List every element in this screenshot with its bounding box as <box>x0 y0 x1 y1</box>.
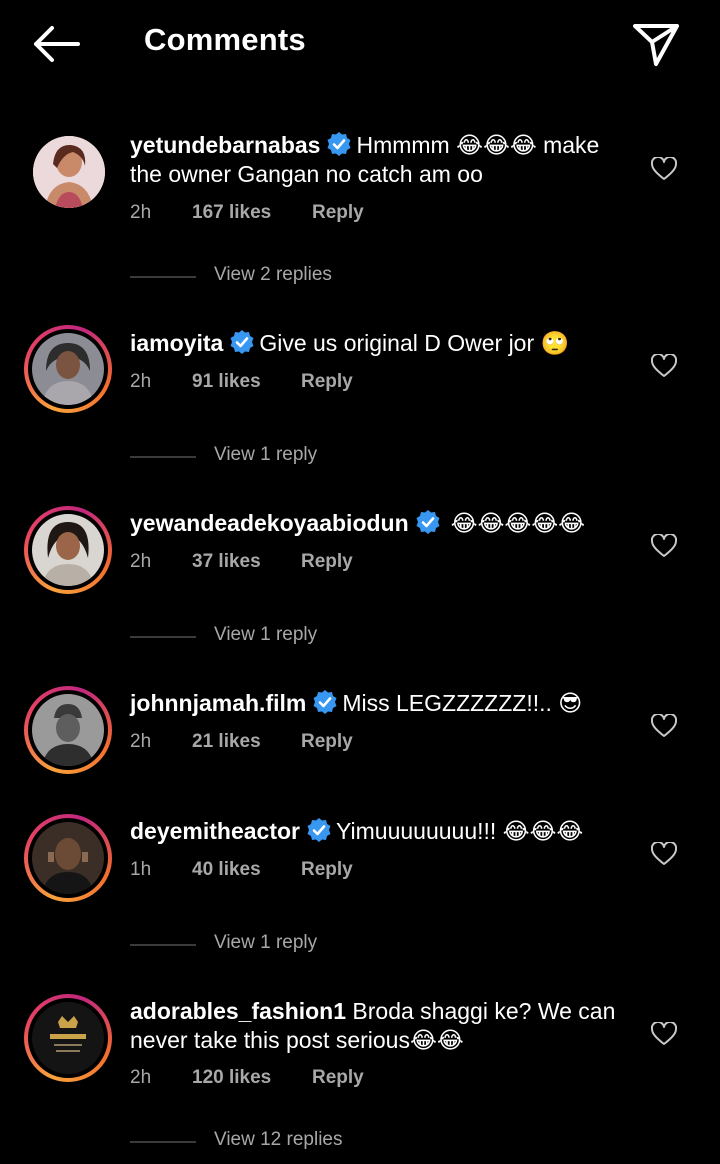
heart-icon[interactable] <box>651 714 677 738</box>
avatar[interactable] <box>33 136 105 208</box>
divider-line <box>130 1141 196 1143</box>
avatar[interactable] <box>32 694 104 766</box>
view-replies-button[interactable]: View 1 reply <box>130 444 530 468</box>
verified-badge-icon <box>307 818 331 842</box>
comment-username[interactable]: johnnjamah.film <box>130 690 306 716</box>
header-bar: Comments <box>0 0 720 86</box>
paper-plane-icon[interactable] <box>630 20 682 70</box>
avatar[interactable] <box>32 1002 104 1074</box>
comment-username[interactable]: adorables_fashion1 <box>130 998 346 1024</box>
view-replies-button[interactable]: View 2 replies <box>130 264 530 288</box>
comment-text: Yimuuuuuuuu!!! 😂😂😂 <box>336 818 584 844</box>
comment-likes[interactable]: 37 likes <box>192 551 261 573</box>
reply-button[interactable]: Reply <box>301 371 353 393</box>
avatar-story-ring[interactable] <box>24 506 112 594</box>
heart-icon[interactable] <box>651 842 677 866</box>
comment-username[interactable]: iamoyita <box>130 330 223 356</box>
reply-button[interactable]: Reply <box>312 1067 364 1089</box>
view-replies-button[interactable]: View 1 reply <box>130 624 530 648</box>
view-replies-label: View 1 reply <box>214 624 318 645</box>
divider-line <box>130 456 196 458</box>
avatar-story-ring[interactable] <box>24 994 112 1082</box>
divider-line <box>130 636 196 638</box>
comment-time: 2h <box>130 551 152 572</box>
arrow-left-icon[interactable] <box>30 22 82 66</box>
view-replies-button[interactable]: View 1 reply <box>130 932 530 956</box>
verified-badge-icon <box>313 690 337 714</box>
avatar[interactable] <box>32 822 104 894</box>
comment-likes[interactable]: 167 likes <box>192 202 271 224</box>
comment-time: 2h <box>130 371 152 392</box>
comment-text-block: iamoyita Give us original D Ower jor 🙄 <box>130 329 630 358</box>
view-replies-label: View 2 replies <box>214 264 332 285</box>
view-replies-label: View 1 reply <box>214 932 318 953</box>
comment-text-block: yewandeadekoyaabiodun 😂😂😂😂😂 <box>130 509 630 538</box>
comment-time: 2h <box>130 202 152 223</box>
reply-button[interactable]: Reply <box>301 859 353 881</box>
comment-likes[interactable]: 21 likes <box>192 731 261 753</box>
avatar-story-ring[interactable] <box>24 686 112 774</box>
comment-username[interactable]: yetundebarnabas <box>130 132 320 158</box>
verified-badge-icon <box>327 132 351 156</box>
comment-username[interactable]: deyemitheactor <box>130 818 300 844</box>
comment-likes[interactable]: 120 likes <box>192 1067 271 1089</box>
heart-icon[interactable] <box>651 1022 677 1046</box>
reply-button[interactable]: Reply <box>301 551 353 573</box>
avatar-story-ring[interactable] <box>24 325 112 413</box>
view-replies-label: View 1 reply <box>214 444 318 465</box>
comment-username[interactable]: yewandeadekoyaabiodun <box>130 510 409 536</box>
avatar[interactable] <box>32 333 104 405</box>
comment-text: 😂😂😂😂😂 <box>450 510 586 536</box>
comment-text-block: johnnjamah.film Miss LEGZZZZZZ!!.. 😎 <box>130 689 630 718</box>
comment-text: Give us original D Ower jor 🙄 <box>259 330 570 356</box>
comment-text-block: deyemitheactor Yimuuuuuuuu!!! 😂😂😂 <box>130 817 630 846</box>
page-title: Comments <box>144 22 306 57</box>
divider-line <box>130 944 196 946</box>
heart-icon[interactable] <box>651 534 677 558</box>
comment-text-block: adorables_fashion1 Broda shaggi ke? We c… <box>130 997 630 1055</box>
comment-text: Miss LEGZZZZZZ!!.. 😎 <box>342 690 583 716</box>
divider-line <box>130 276 196 278</box>
comment-likes[interactable]: 40 likes <box>192 859 261 881</box>
verified-badge-icon <box>230 330 254 354</box>
comment-time: 2h <box>130 1067 152 1088</box>
verified-badge-icon <box>416 510 440 534</box>
comment-time: 2h <box>130 731 152 752</box>
view-replies-button[interactable]: View 12 replies <box>130 1129 530 1153</box>
comment-likes[interactable]: 91 likes <box>192 371 261 393</box>
heart-icon[interactable] <box>651 157 677 181</box>
heart-icon[interactable] <box>651 354 677 378</box>
avatar[interactable] <box>32 514 104 586</box>
avatar-story-ring[interactable] <box>24 814 112 902</box>
reply-button[interactable]: Reply <box>301 731 353 753</box>
comment-time: 1h <box>130 859 152 880</box>
view-replies-label: View 12 replies <box>214 1129 343 1150</box>
reply-button[interactable]: Reply <box>312 202 364 224</box>
comment-text-block: yetundebarnabas Hmmmm 😂😂😂 make the owner … <box>130 131 630 189</box>
